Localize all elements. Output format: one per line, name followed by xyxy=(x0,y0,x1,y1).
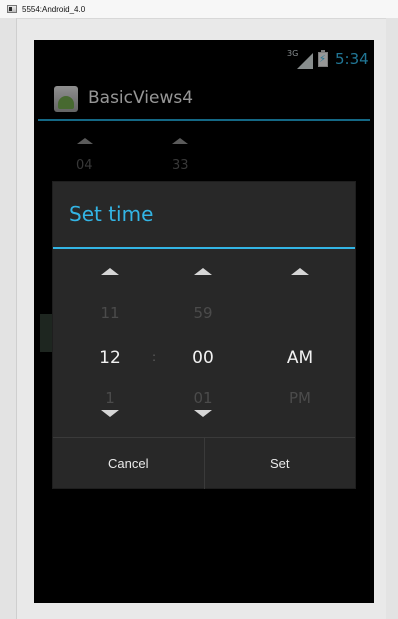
set-time-dialog: Set time 11 12 1 : 59 00 01 AM PM Cancel… xyxy=(53,182,355,489)
window-title: 5554:Android_4.0 xyxy=(22,4,86,14)
time-picker: 11 12 1 : 59 00 01 AM PM xyxy=(53,252,355,437)
hour-next-value[interactable]: 1 xyxy=(80,389,140,407)
set-button[interactable]: Set xyxy=(205,438,356,489)
dialog-button-bar: Cancel Set xyxy=(53,437,355,489)
ampm-increment-icon[interactable] xyxy=(291,268,309,275)
dialog-title-divider xyxy=(53,247,355,249)
ampm-column: AM PM xyxy=(270,252,330,437)
hour-current-value[interactable]: 12 xyxy=(80,348,140,368)
dialog-title: Set time xyxy=(69,202,154,226)
minute-decrement-icon[interactable] xyxy=(194,410,212,417)
minute-increment-icon[interactable] xyxy=(194,268,212,275)
cancel-button[interactable]: Cancel xyxy=(53,438,204,489)
ampm-next-value[interactable]: PM xyxy=(270,389,330,407)
time-separator: : xyxy=(152,350,157,364)
emulator-left-frame xyxy=(0,18,17,619)
hour-column: 11 12 1 xyxy=(80,252,140,437)
minute-column: 59 00 01 xyxy=(173,252,233,437)
minute-next-value[interactable]: 01 xyxy=(173,389,233,407)
emulator-right-frame xyxy=(386,18,398,619)
hour-decrement-icon[interactable] xyxy=(101,410,119,417)
window-titlebar: 5554:Android_4.0 xyxy=(0,0,398,19)
emulator-window: 5554:Android_4.0 3G 5:34 BasicViews4 04 … xyxy=(0,0,398,619)
minute-prev-value[interactable]: 59 xyxy=(173,304,233,322)
hour-prev-value[interactable]: 11 xyxy=(80,304,140,322)
window-app-icon xyxy=(7,5,17,13)
ampm-current-value[interactable]: AM xyxy=(270,348,330,368)
hour-increment-icon[interactable] xyxy=(101,268,119,275)
minute-current-value[interactable]: 00 xyxy=(173,348,233,368)
device-screen: 3G 5:34 BasicViews4 04 33 Set time xyxy=(34,40,374,603)
